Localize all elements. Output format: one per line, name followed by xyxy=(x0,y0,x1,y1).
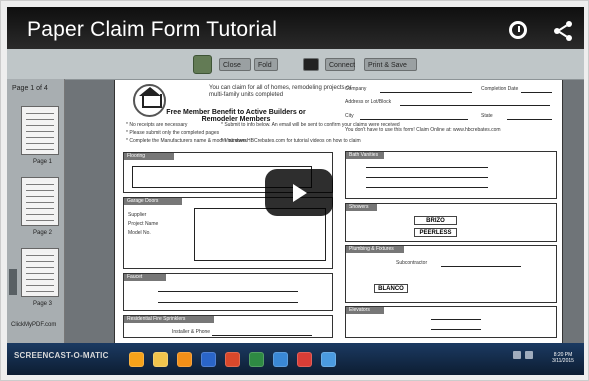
outlook-icon[interactable] xyxy=(273,352,288,367)
page-counter: Page 1 of 4 xyxy=(12,85,48,92)
page-thumbnail-2[interactable] xyxy=(21,177,59,226)
chrome-icon[interactable] xyxy=(321,352,336,367)
fire-sprinklers-heading: Residential Fire Sprinklers xyxy=(124,316,214,323)
faucet-line-2 xyxy=(158,302,298,303)
company-label: Company xyxy=(345,86,367,92)
fire-sprinklers-section: Residential Fire Sprinklers Installer & … xyxy=(123,315,333,338)
bath-vanities-section: Bath Vanities xyxy=(345,151,557,199)
page-thumbnail-1[interactable] xyxy=(21,106,59,155)
city-line xyxy=(360,119,468,120)
video-frame: Close Fold Connect Print & Save Page 1 o… xyxy=(0,0,589,381)
toolbar-print-save-button[interactable]: Print & Save xyxy=(364,58,417,71)
thumbnail-lines xyxy=(26,111,54,150)
thumbnail-lines xyxy=(26,182,54,221)
note-no-receipts: * No receipts are necessary xyxy=(126,122,188,128)
windows-taskbar: SCREENCAST-O-MATIC 8:20 PM 3/11/2015 xyxy=(7,343,584,375)
city-label: City xyxy=(345,113,354,119)
project-name-label: Project Name xyxy=(128,221,159,227)
plumbing-fixtures-heading: Plumbing & Fixtures xyxy=(346,246,404,253)
thumbnail-lines xyxy=(26,253,54,292)
plumbing-fixtures-section: Plumbing & Fixtures Subcontractor BLANCO xyxy=(345,245,557,303)
sidebar-scrollbar[interactable] xyxy=(9,269,17,295)
vanity-line-3 xyxy=(366,187,488,188)
address-line xyxy=(400,105,550,106)
elevators-section: Elevators xyxy=(345,306,557,338)
thumbnail-label-2: Page 2 xyxy=(33,230,53,236)
clock-icon[interactable] xyxy=(509,21,527,39)
note-submit-pages: * Please submit only the completed pages xyxy=(126,130,220,136)
media-icon[interactable] xyxy=(177,352,192,367)
flooring-heading: Flooring xyxy=(124,153,174,160)
faucet-line-1 xyxy=(158,291,298,292)
company-line xyxy=(380,92,472,93)
elevators-heading: Elevators xyxy=(346,307,384,314)
state-line xyxy=(507,119,552,120)
color-selector-icon[interactable] xyxy=(303,58,319,71)
showers-heading: Showers xyxy=(346,204,377,211)
subcontractor-line xyxy=(441,266,521,267)
volume-icon[interactable] xyxy=(525,351,533,359)
completion-date-label: Completion Date xyxy=(481,86,519,92)
app-logo-icon xyxy=(193,55,212,74)
elevator-line-1 xyxy=(431,319,481,320)
toolbar-connect-button[interactable]: Connect xyxy=(325,58,355,71)
excel-icon[interactable] xyxy=(225,352,240,367)
page-thumbnail-3[interactable] xyxy=(21,248,59,297)
toolbar-close-button[interactable]: Close xyxy=(219,58,251,71)
model-number-label: Model No. xyxy=(128,230,151,236)
completion-date-line xyxy=(521,92,552,93)
toolbar-fold-button[interactable]: Fold xyxy=(254,58,278,71)
member-benefit-heading: Free Member Benefit to Active Builders o… xyxy=(166,109,306,123)
clock: 8:20 PM 3/11/2015 xyxy=(547,352,579,364)
elevator-line-2 xyxy=(431,329,481,330)
supplier-label: Supplier xyxy=(128,212,147,218)
page-thumbnail-sidebar: Page 1 of 4 Page 1 Page 2 Page 3 ClickMy… xyxy=(7,79,65,343)
video-player[interactable]: Close Fold Connect Print & Save Page 1 o… xyxy=(7,7,584,375)
play-button[interactable] xyxy=(265,169,333,216)
pdf-icon[interactable] xyxy=(297,352,312,367)
subcontractor-label: Subcontractor xyxy=(396,260,428,266)
folder-icon[interactable] xyxy=(153,352,168,367)
screencast-brand: SCREENCAST-O-MATIC xyxy=(14,351,109,360)
online-claim-instructions: You don't have to use this form! Claim O… xyxy=(345,127,501,133)
video-content[interactable]: Close Fold Connect Print & Save Page 1 o… xyxy=(7,7,584,375)
video-title: Paper Claim Form Tutorial xyxy=(27,18,278,41)
vanity-line-1 xyxy=(366,167,488,168)
faucet-heading: Faucet xyxy=(124,274,166,281)
showers-section: Showers BRIZO PEERLESS xyxy=(345,203,557,242)
network-icon[interactable] xyxy=(513,351,521,359)
sidebar-brand: ClickMyPDF.com xyxy=(11,322,57,328)
pdf-document-page[interactable]: You can claim for all of homes, remodeli… xyxy=(114,80,563,343)
thumbnail-label-3: Page 3 xyxy=(33,301,53,307)
garage-doors-heading: Garage Doors xyxy=(124,198,182,205)
vanity-line-2 xyxy=(366,177,488,178)
bath-vanities-heading: Bath Vanities xyxy=(346,152,384,159)
thumbnail-label-1: Page 1 xyxy=(33,159,53,165)
note-tutorial: * Visit www.HBCrebates.com for tutorial … xyxy=(221,138,361,144)
faucet-section: Faucet xyxy=(123,273,333,311)
installer-line xyxy=(212,335,312,336)
share-icon[interactable] xyxy=(551,20,575,42)
intro-text: You can claim for all of homes, remodeli… xyxy=(209,85,352,98)
video-title-bar: Paper Claim Form Tutorial xyxy=(7,7,584,49)
address-label: Address or Lot/Block xyxy=(345,99,392,105)
brizo-logo: BRIZO xyxy=(414,216,457,225)
peerless-logo: PEERLESS xyxy=(414,228,457,237)
word-icon[interactable] xyxy=(201,352,216,367)
state-label: State xyxy=(481,113,493,119)
powerpoint-icon[interactable] xyxy=(249,352,264,367)
blanco-logo: BLANCO xyxy=(374,284,408,293)
ie-icon[interactable] xyxy=(129,352,144,367)
form-right-column: Company Completion Date Address or Lot/B… xyxy=(345,84,557,338)
pdf-toolbar: Close Fold Connect Print & Save xyxy=(7,49,584,80)
installer-phone-label: Installer & Phone xyxy=(172,329,211,335)
clock-date: 3/11/2015 xyxy=(552,358,574,364)
